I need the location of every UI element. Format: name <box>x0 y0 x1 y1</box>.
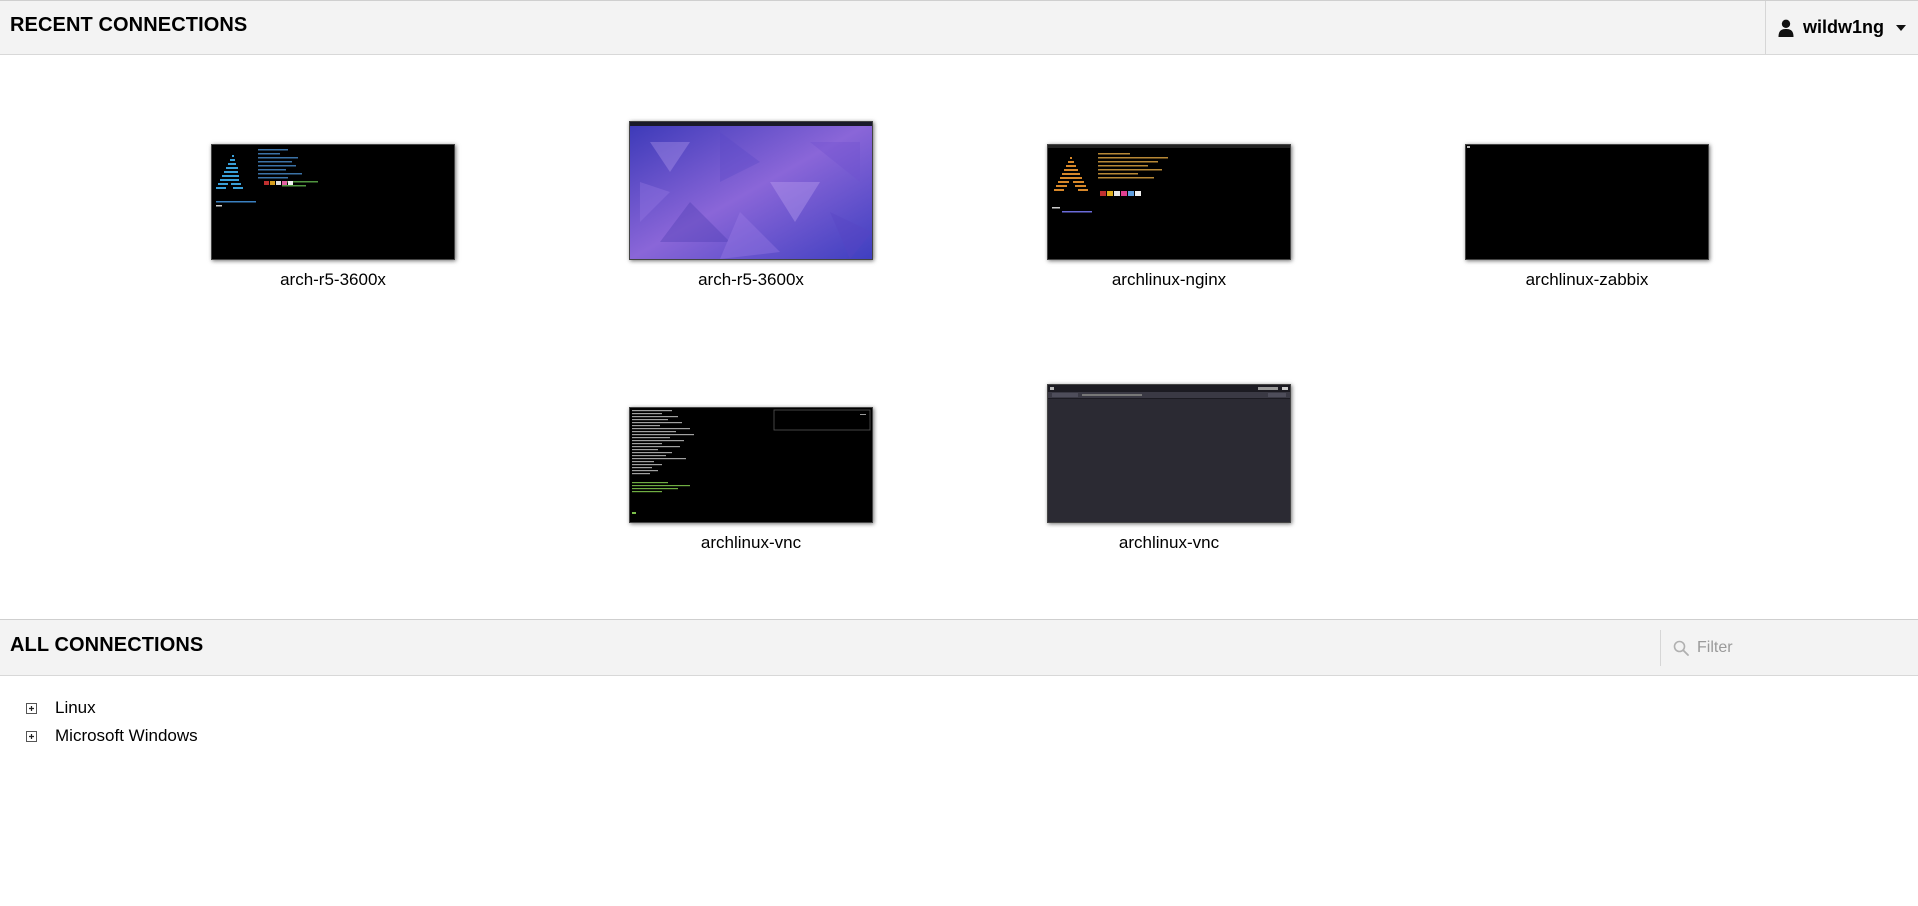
connection-name: archlinux-nginx <box>1111 270 1227 289</box>
connection-name: arch-r5-3600x <box>698 270 804 289</box>
recent-connection-tile[interactable]: archlinux-vnc <box>626 407 876 553</box>
desktop-preview-icon <box>1048 385 1290 522</box>
recent-connection-tile[interactable]: archlinux-vnc <box>1044 384 1294 553</box>
terminal-preview-icon <box>630 408 872 522</box>
search-icon <box>1673 640 1689 656</box>
chevron-down-icon <box>1896 24 1906 31</box>
recent-connection-tile[interactable]: arch-r5-3600x <box>208 144 458 290</box>
user-icon <box>1778 19 1794 37</box>
connection-thumbnail <box>1047 384 1291 523</box>
recent-connections-header: RECENT CONNECTIONS wildw1ng <box>0 0 1918 55</box>
connection-name: archlinux-vnc <box>700 533 802 552</box>
user-menu[interactable]: wildw1ng <box>1765 1 1918 54</box>
connection-group-linux[interactable]: Linux <box>26 694 198 722</box>
recent-connection-tile[interactable]: archlinux-nginx <box>1044 144 1294 290</box>
connection-name: archlinux-vnc <box>1118 533 1220 552</box>
connection-name: archlinux-zabbix <box>1525 270 1649 289</box>
filter-input[interactable] <box>1697 639 1897 657</box>
terminal-preview-icon <box>1048 145 1290 259</box>
expand-plus-icon[interactable] <box>26 730 37 742</box>
filter-box[interactable] <box>1660 630 1918 666</box>
terminal-preview-icon <box>212 145 454 259</box>
desktop-preview-icon <box>630 122 872 259</box>
blank-screen-icon <box>1466 145 1708 259</box>
group-label: Linux <box>55 698 96 717</box>
group-label: Microsoft Windows <box>55 726 198 745</box>
guacamole-home: RECENT CONNECTIONS wildw1ng arch-r5-3600… <box>0 0 1918 906</box>
expand-plus-icon[interactable] <box>26 702 37 714</box>
connection-group-microsoft-windows[interactable]: Microsoft Windows <box>26 722 198 750</box>
all-connections-header: ALL CONNECTIONS <box>0 619 1918 676</box>
recent-connection-tile[interactable]: arch-r5-3600x <box>626 121 876 290</box>
connection-thumbnail <box>211 144 455 260</box>
connection-thumbnail <box>629 407 873 523</box>
connection-thumbnail <box>1047 144 1291 260</box>
recent-connections-title: RECENT CONNECTIONS <box>10 14 248 36</box>
all-connections-title: ALL CONNECTIONS <box>10 634 204 656</box>
connection-thumbnail <box>629 121 873 260</box>
connection-group-list: Linux Microsoft Windows <box>26 694 198 750</box>
user-name: wildw1ng <box>1803 17 1884 37</box>
recent-connection-tile[interactable]: archlinux-zabbix <box>1462 144 1712 290</box>
connection-thumbnail <box>1465 144 1709 260</box>
connection-name: arch-r5-3600x <box>280 270 386 289</box>
